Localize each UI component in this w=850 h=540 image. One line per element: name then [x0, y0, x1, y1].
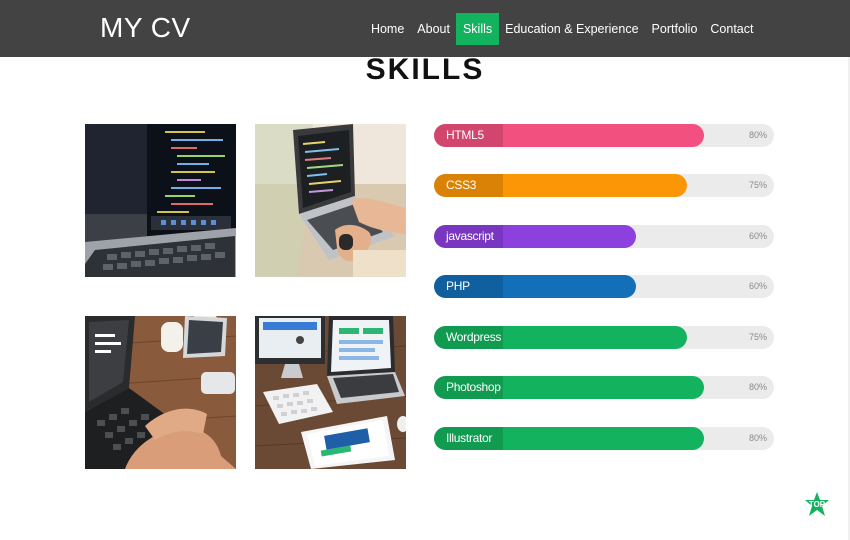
skill-percent-wordpress: 75%	[748, 332, 767, 342]
skill-bar-javascript: javascript 60%	[434, 225, 774, 248]
skill-bar-wordpress: Wordpress 75%	[434, 326, 774, 349]
skill-name-javascript: javascript	[446, 229, 494, 243]
skill-percent-javascript: 60%	[748, 231, 767, 241]
skill-percent-html5: 80%	[748, 130, 767, 140]
skill-percent-illustrator: 80%	[748, 433, 767, 443]
skill-bar-html5: HTML5 80%	[434, 124, 774, 147]
skill-name-css3: CSS3	[446, 178, 477, 192]
back-to-top-button[interactable]: TOP	[805, 492, 829, 518]
skill-bar-css3: CSS3 75%	[434, 174, 774, 197]
skill-name-html5: HTML5	[446, 128, 484, 142]
skill-name-illustrator: Illustrator	[446, 431, 493, 445]
skill-name-photoshop: Photoshop	[446, 380, 501, 394]
laptop-code-desk-photo	[255, 124, 406, 277]
laptop-typing-photo	[85, 316, 236, 469]
skill-percent-photoshop: 80%	[748, 382, 767, 392]
back-to-top-label: TOP	[808, 500, 826, 509]
nav-item-skills[interactable]: Skills	[456, 13, 499, 45]
imac-workspace-photo	[255, 316, 406, 469]
laptop-code-dark-photo	[85, 124, 236, 277]
main-nav: Home About Skills Education & Experience…	[364, 13, 760, 45]
skill-percent-css3: 75%	[748, 180, 767, 190]
skill-name-php: PHP	[446, 279, 470, 293]
top-navbar: MY CV Home About Skills Education & Expe…	[0, 0, 850, 57]
skill-bar-illustrator: Illustrator 80%	[434, 427, 774, 450]
nav-item-contact[interactable]: Contact	[704, 13, 760, 45]
nav-item-home[interactable]: Home	[364, 13, 410, 45]
skill-bar-photoshop: Photoshop 80%	[434, 376, 774, 399]
section-title: SKILLS	[365, 53, 485, 86]
nav-item-about[interactable]: About	[411, 13, 457, 45]
nav-item-education-experience[interactable]: Education & Experience	[499, 13, 645, 45]
skill-name-wordpress: Wordpress	[446, 330, 502, 344]
skill-percent-php: 60%	[748, 281, 767, 291]
nav-item-portfolio[interactable]: Portfolio	[645, 13, 704, 45]
site-brand[interactable]: MY CV	[100, 12, 191, 44]
skill-bar-php: PHP 60%	[434, 275, 774, 298]
